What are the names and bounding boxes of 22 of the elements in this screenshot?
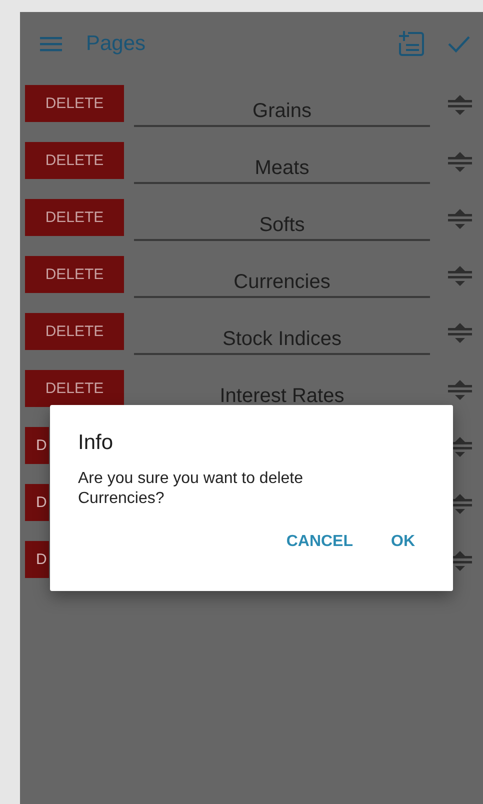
delete-button[interactable]: DELETE: [25, 142, 124, 179]
delete-button[interactable]: DELETE: [25, 199, 124, 236]
menu-icon[interactable]: [40, 36, 62, 52]
dialog-button[interactable]: OK: [391, 533, 415, 551]
page-name-field[interactable]: Currencies: [134, 258, 430, 298]
delete-button[interactable]: DELETE: [25, 370, 124, 407]
delete-button[interactable]: D: [25, 541, 49, 578]
page-name-field[interactable]: Softs: [134, 200, 430, 240]
checkmark-icon[interactable]: [447, 34, 471, 52]
delete-button[interactable]: DELETE: [25, 85, 124, 122]
page-name-field[interactable]: Stock Indices: [134, 314, 430, 354]
delete-button[interactable]: D: [25, 427, 49, 464]
dialog-message: Are you sure you want to delete Currencies?: [78, 469, 304, 509]
delete-button[interactable]: D: [25, 484, 49, 521]
delete-button[interactable]: DELETE: [25, 313, 124, 350]
dialog-button[interactable]: CANCEL: [286, 533, 353, 551]
page-name-field[interactable]: Meats: [134, 144, 430, 184]
page-name-field[interactable]: Grains: [134, 86, 430, 126]
add-page-icon[interactable]: [397, 30, 425, 58]
app-bar-title: Pages: [86, 32, 146, 56]
delete-button[interactable]: DELETE: [25, 256, 124, 293]
dialog-title: Info: [78, 431, 114, 455]
